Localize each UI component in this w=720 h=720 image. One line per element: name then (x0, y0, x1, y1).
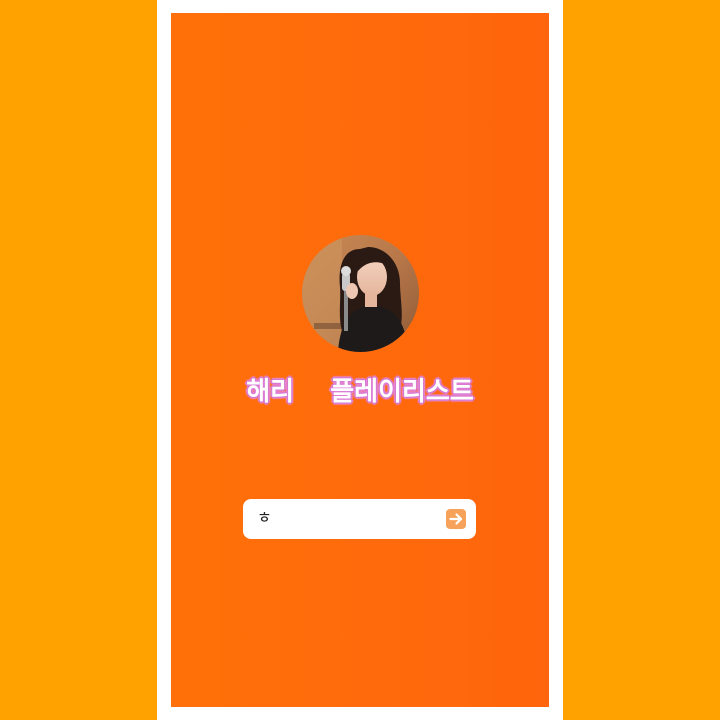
profile-avatar (302, 235, 419, 352)
playlist-title: 해리 플레이리스트 (246, 377, 474, 407)
arrow-right-icon (449, 513, 463, 525)
search-input-value[interactable]: ㅎ (257, 508, 272, 528)
profile-photo (302, 235, 419, 352)
app-screen: 해리 플레이리스트 ㅎ (171, 13, 549, 707)
search-box[interactable]: ㅎ (243, 499, 476, 539)
submit-button[interactable] (446, 509, 466, 529)
